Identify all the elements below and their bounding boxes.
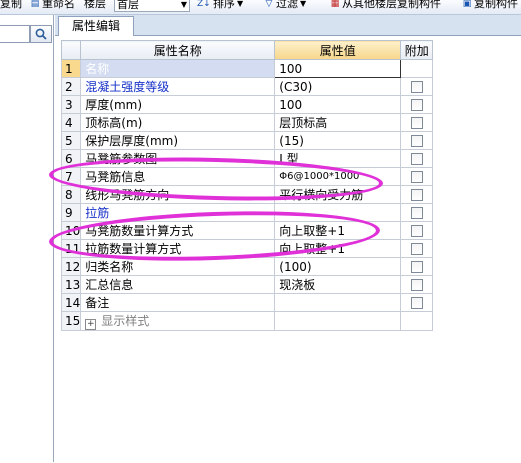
filter-dropdown-icon: ▼ [300,0,307,8]
property-name: 显示样式 [101,314,150,328]
row-number: 9 [60,203,82,222]
property-value[interactable]: (100) [274,257,402,276]
copy-button[interactable]: 复制 [0,0,22,10]
property-group[interactable]: + 显示样式 [80,311,276,331]
property-content: 属性名称 属性值 附加 1 名称 100 2 混凝土强度等级 (C30) 3 厚… [48,35,521,463]
copy-component-label: 复制构件 [474,0,518,10]
property-value[interactable]: (15) [274,131,402,150]
property-name: 汇总信息 [80,275,276,294]
filter-label: 过滤 [276,0,298,10]
property-value[interactable] [274,293,402,312]
table-row[interactable]: 13 汇总信息 现浇板 [60,275,434,294]
chevron-down-icon: ▼ [180,0,187,9]
property-value[interactable]: 层顶标高 [274,113,402,132]
property-name: 顶标高(m) [80,113,276,132]
toolbar: 复制 ▤ 重命名 楼层 首层 ▼ Z↓ 排序 ▼ ▽ 过滤 ▼ ▦ 从其他楼层复… [0,0,521,15]
table-row[interactable]: 1 名称 100 [60,59,434,78]
extra-cell [400,59,434,78]
table-row[interactable]: 14 备注 [60,293,434,312]
header-extra[interactable]: 附加 [400,40,434,60]
row-number: 8 [60,185,82,204]
extra-checkbox[interactable] [410,153,423,165]
extra-checkbox[interactable] [410,225,423,237]
property-name: 保护层厚度(mm) [80,131,276,150]
extra-checkbox[interactable] [410,261,423,273]
property-name: 备注 [80,293,276,312]
extra-checkbox[interactable] [410,189,423,201]
extra-checkbox[interactable] [410,81,423,93]
search-icon [35,28,47,40]
copy-component-button[interactable]: ▣ 复制构件 [462,0,518,10]
table-row[interactable]: 4 顶标高(m) 层顶标高 [60,113,434,132]
floor-select-value: 首层 [117,0,139,11]
sort-dropdown-icon: ▼ [237,0,244,8]
table-row[interactable]: 12 归类名称 (100) [60,257,434,276]
table-row[interactable]: 15 + 显示样式 [60,311,434,331]
property-panel: 属性名称 属性值 附加 1 名称 100 2 混凝土强度等级 (C30) 3 厚… [48,15,521,463]
sort-icon: Z↓ [197,0,211,9]
header-property-value[interactable]: 属性值 [274,40,402,60]
floor-select[interactable]: 首层 ▼ [114,0,190,12]
extra-checkbox[interactable] [410,243,423,255]
copy-label: 复制 [0,0,22,10]
rename-icon: ▤ [30,0,40,9]
header-corner [60,40,82,60]
property-name: 混凝土强度等级 [80,77,276,96]
property-name: 厚度(mm) [80,95,276,114]
left-pane [0,15,54,462]
property-name: 名称 [80,59,276,78]
row-number: 4 [60,113,82,132]
row-number: 15 [60,311,82,331]
row-number: 5 [60,131,82,150]
search-button[interactable] [30,25,52,43]
extra-checkbox[interactable] [410,279,423,291]
copy-from-floor-button[interactable]: ▦ 从其他楼层复制构件 [330,0,441,10]
filter-icon: ▽ [265,0,273,9]
table-row[interactable]: 3 厚度(mm) 100 [60,95,434,114]
table-row[interactable]: 5 保护层厚度(mm) (15) [60,131,434,150]
extra-cell [400,311,434,331]
floor-label: 楼层 [84,0,106,10]
extra-checkbox[interactable] [410,297,423,309]
property-value-input[interactable]: 100 [274,59,402,78]
extra-checkbox[interactable] [410,207,423,219]
row-number: 14 [60,293,82,312]
search-input[interactable] [0,25,30,43]
extra-checkbox[interactable] [410,99,423,111]
row-number: 3 [60,95,82,114]
table-row[interactable]: 2 混凝土强度等级 (C30) [60,77,434,96]
copy-from-floor-label: 从其他楼层复制构件 [342,0,441,10]
extra-checkbox[interactable] [410,135,423,147]
property-value[interactable]: 现浇板 [274,275,402,294]
property-value[interactable]: 100 [274,95,402,114]
expand-plus-icon[interactable]: + [85,319,97,330]
sort-button[interactable]: Z↓ 排序 ▼ [197,0,243,10]
tab-property-edit[interactable]: 属性编辑 [58,16,134,36]
rename-button[interactable]: ▤ 重命名 [30,0,75,10]
grid-header: 属性名称 属性值 附加 [60,40,434,60]
row-number: 12 [60,257,82,276]
property-value[interactable]: (C30) [274,77,402,96]
copy-component-icon: ▣ [462,0,472,9]
property-value [274,311,402,331]
row-number: 2 [60,77,82,96]
extra-checkbox[interactable] [410,171,423,183]
extra-checkbox[interactable] [410,117,423,129]
rename-label: 重命名 [42,0,75,10]
filter-button[interactable]: ▽ 过滤 ▼ [264,0,307,10]
header-property-name[interactable]: 属性名称 [80,40,276,60]
copy-floor-icon: ▦ [330,0,340,9]
sort-label: 排序 [213,0,235,10]
row-number: 1 [60,59,82,78]
row-number: 13 [60,275,82,294]
